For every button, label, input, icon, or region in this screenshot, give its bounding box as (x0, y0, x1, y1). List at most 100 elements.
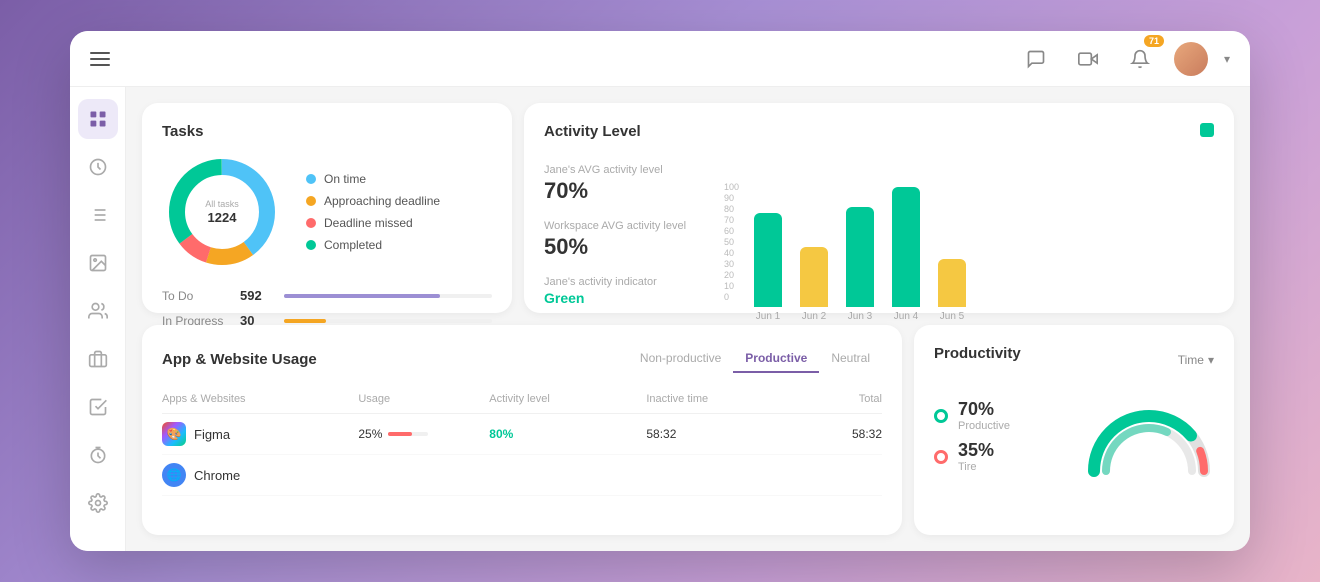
y-10: 10 (724, 281, 752, 291)
sidebar-item-users[interactable] (78, 291, 118, 331)
activity-title: Activity Level (544, 123, 641, 140)
figma-inactive: 58:32 (646, 427, 777, 441)
bar-jun4-label: Jun 4 (894, 311, 918, 322)
time-label: Time (1178, 353, 1204, 367)
sidebar (70, 87, 126, 551)
bar-jun1: Jun 1 (754, 213, 782, 322)
notification-badge: 71 (1144, 35, 1164, 47)
hamburger-menu[interactable] (90, 52, 110, 66)
legend-dot-ontime (306, 174, 316, 184)
workspace-value: 50% (544, 234, 704, 260)
prod-values-35: 35% Tire (958, 440, 994, 473)
legend-item-approaching: Approaching deadline (306, 194, 440, 208)
chat-icon[interactable] (1018, 41, 1054, 77)
bar-jun4: Jun 4 (892, 187, 920, 322)
topbar-right: 71 ▾ (1018, 41, 1230, 77)
bar-jun3-bar (846, 207, 874, 307)
col-header-total: Total (777, 393, 882, 405)
legend-label-ontime: On time (324, 172, 366, 186)
figma-usage-bar (388, 432, 412, 436)
bar-jun4-bar (892, 187, 920, 307)
notification-wrapper: 71 (1122, 41, 1158, 77)
sidebar-item-list[interactable] (78, 195, 118, 235)
prod-label-productive: Productive (958, 420, 1010, 432)
sidebar-item-dashboard[interactable] (78, 99, 118, 139)
bar-chart: 100 90 80 70 60 50 40 30 20 10 (724, 182, 1214, 322)
productivity-content: 70% Productive 35% Tire (934, 386, 1214, 486)
tab-neutral[interactable]: Neutral (819, 345, 882, 373)
bottom-row: App & Website Usage Non-productive Produ… (142, 325, 1234, 535)
col-header-activity: Activity level (489, 393, 646, 405)
workspace-label: Workspace AVG activity level (544, 220, 704, 232)
donut-chart: All tasks 1224 (162, 152, 282, 272)
productivity-header: Productivity Time ▾ (934, 345, 1214, 374)
workspace-stat-block: Workspace AVG activity level 50% (544, 220, 704, 260)
bar-jun5: Jun 5 (938, 259, 966, 322)
legend-item-missed: Deadline missed (306, 216, 440, 230)
figma-total: 58:32 (777, 427, 882, 441)
bars-container: Jun 1 Jun 2 Jun 3 (754, 202, 966, 322)
chrome-name: Chrome (194, 468, 240, 483)
prod-value-35: 35% (958, 440, 994, 461)
table-header: Apps & Websites Usage Activity level Ina… (162, 393, 882, 414)
prod-label-tire: Tire (958, 461, 994, 473)
indicator-value: Green (544, 290, 704, 306)
legend-label-completed: Completed (324, 238, 382, 252)
bar-chart-wrapper: 100 90 80 70 60 50 40 30 20 10 (724, 164, 1214, 322)
app-figma: 🎨 Figma (162, 422, 358, 446)
bar-jun2-label: Jun 2 (802, 311, 826, 322)
avg-label: Jane's AVG activity level (544, 164, 704, 176)
figma-activity: 80% (489, 427, 646, 441)
y-20: 20 (724, 270, 752, 280)
activity-content: Jane's AVG activity level 70% Workspace … (544, 164, 1214, 322)
task-row-todo: To Do 592 (162, 288, 492, 303)
task-bar-bg-todo (284, 294, 492, 298)
sidebar-item-check[interactable] (78, 387, 118, 427)
sidebar-item-settings[interactable] (78, 483, 118, 523)
col-header-app: Apps & Websites (162, 393, 358, 405)
top-row: Tasks (142, 103, 1234, 313)
prod-stats: 70% Productive 35% Tire (934, 399, 1010, 473)
tab-productive[interactable]: Productive (733, 345, 819, 373)
bar-jun3-label: Jun 3 (848, 311, 872, 322)
bar-jun5-bar (938, 259, 966, 307)
sidebar-item-timer[interactable] (78, 435, 118, 475)
video-icon[interactable] (1070, 41, 1106, 77)
sidebar-item-briefcase[interactable] (78, 339, 118, 379)
content-area: Tasks (126, 87, 1250, 551)
tab-non-productive[interactable]: Non-productive (628, 345, 733, 373)
time-chevron: ▾ (1208, 353, 1214, 367)
tasks-upper: All tasks 1224 On time (162, 152, 492, 272)
bar-jun1-bar (754, 213, 782, 307)
bar-jun1-label: Jun 1 (756, 311, 780, 322)
prod-circle-productive (934, 409, 948, 423)
main-body: Tasks (70, 87, 1250, 551)
legend: On time Approaching deadline Deadline mi… (306, 172, 440, 252)
indicator-label: Jane's activity indicator (544, 276, 704, 288)
y-30: 30 (724, 259, 752, 269)
tasks-card: Tasks (142, 103, 512, 313)
y-50: 50 (724, 237, 752, 247)
figma-activity-pct: 80% (489, 427, 513, 441)
y-70: 70 (724, 215, 752, 225)
task-count-todo: 592 (240, 288, 276, 303)
legend-dot-missed (306, 218, 316, 228)
bar-jun2: Jun 2 (800, 247, 828, 322)
app-usage-title: App & Website Usage (162, 351, 317, 368)
sidebar-item-image[interactable] (78, 243, 118, 283)
task-bar-todo (284, 294, 440, 298)
tabs: Non-productive Productive Neutral (628, 345, 882, 373)
gauge-svg (1084, 386, 1214, 486)
time-selector[interactable]: Time ▾ (1178, 353, 1214, 367)
legend-dot-completed (306, 240, 316, 250)
y-axis: 100 90 80 70 60 50 40 30 20 10 (724, 182, 752, 302)
sidebar-item-clock[interactable] (78, 147, 118, 187)
tasks-title: Tasks (162, 123, 492, 140)
avatar[interactable] (1174, 42, 1208, 76)
avatar-chevron[interactable]: ▾ (1224, 52, 1230, 66)
task-bar-inprogress (284, 319, 326, 323)
bar-jun2-bar (800, 247, 828, 307)
legend-dot-approaching (306, 196, 316, 206)
topbar-left (90, 52, 110, 66)
avg-value: 70% (544, 178, 704, 204)
